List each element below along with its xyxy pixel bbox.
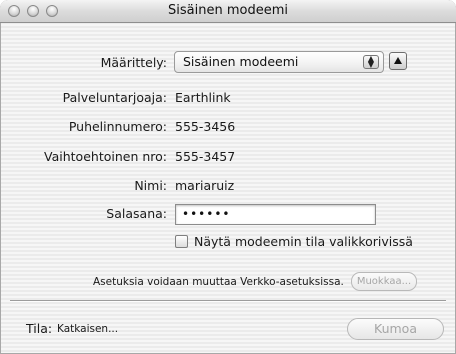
status-value: Katkaisen... [57,323,119,335]
alt-phone-label: Vaihtoehtoinen nro: [44,149,167,164]
provider-label: Palveluntarjoaja: [62,90,167,105]
configuration-label: Määrittely: [100,55,167,70]
provider-value: Earthlink [175,90,231,105]
configuration-value: Sisäinen modeemi [183,54,299,69]
configuration-popup[interactable]: Sisäinen modeemi ▲ ▼ [174,51,384,73]
up-down-arrows-icon: ▲ ▼ [363,55,379,69]
show-modem-status-label[interactable]: Näytä modeemin tila valikkorivissä [194,234,413,249]
cancel-button[interactable]: Kumoa [347,318,444,340]
show-modem-status-checkbox[interactable] [175,235,188,248]
alt-phone-value: 555-3457 [175,149,236,164]
title-bar[interactable]: Sisäinen modeemi [0,0,456,23]
password-label: Salasana: [106,206,167,221]
name-label: Nimi: [134,178,167,193]
password-field[interactable]: •••••• [175,204,376,225]
eject-button[interactable] [389,52,407,70]
separator [10,300,446,302]
window-title: Sisäinen modeemi [168,3,288,18]
edit-button[interactable]: Muokkaa... [351,272,417,291]
info-text: Asetuksia voidaan muuttaa Verkko-asetuks… [93,276,344,288]
eject-icon [394,57,402,64]
name-value: mariaruiz [175,178,235,193]
status-label: Tila: [26,321,53,336]
modem-window: Sisäinen modeemi Määrittely: Sisäinen mo… [0,0,456,354]
phone-label: Puhelinnumero: [68,119,167,134]
phone-value: 555-3456 [175,119,236,134]
